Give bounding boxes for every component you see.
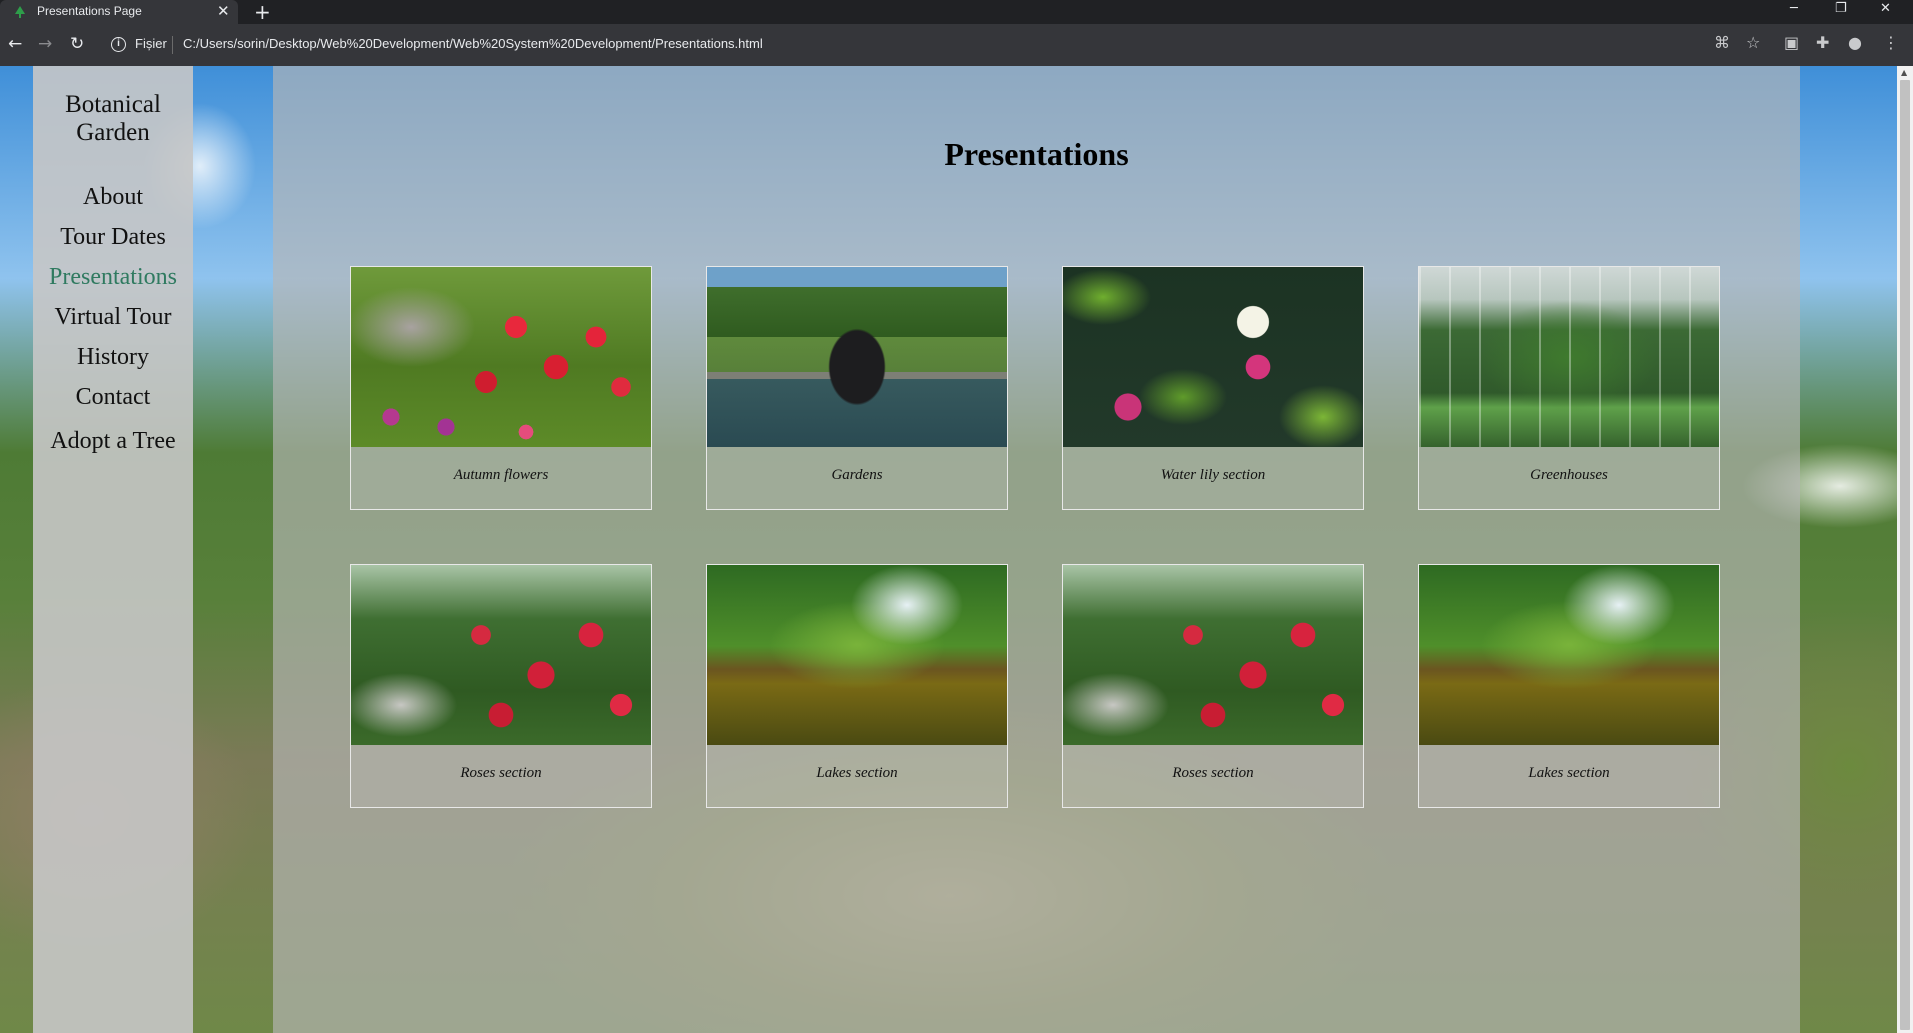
address-scheme-label: Fișier: [135, 36, 167, 51]
tab-title: Presentations Page: [37, 4, 142, 18]
card-caption: Greenhouses: [1530, 467, 1608, 483]
menu-kebab-icon[interactable]: ⋮: [1883, 33, 1899, 52]
menu-item-virtual-tour[interactable]: Virtual Tour: [33, 297, 193, 337]
card-caption: Roses section: [460, 765, 542, 781]
address-divider: [172, 36, 173, 54]
presentation-card[interactable]: Roses section: [350, 564, 652, 808]
profile-avatar-icon[interactable]: ●: [1848, 33, 1862, 52]
tab-close-icon[interactable]: ✕: [217, 2, 230, 20]
greenhouses-image[interactable]: [1419, 267, 1719, 447]
browser-tab-strip: Presentations Page ✕ + ─ ❐ ✕: [0, 0, 1913, 24]
water-lily-image[interactable]: [1063, 267, 1363, 447]
presentation-card[interactable]: Water lily section: [1062, 266, 1364, 510]
vertical-scrollbar[interactable]: ▲: [1897, 66, 1913, 1033]
scrollbar-thumb[interactable]: [1900, 80, 1910, 1030]
presentation-card[interactable]: Lakes section: [706, 564, 1008, 808]
scroll-up-arrow-icon[interactable]: ▲: [1901, 68, 1907, 77]
card-caption: Water lily section: [1160, 467, 1266, 483]
card-caption: Roses section: [1172, 765, 1254, 781]
lakes-image[interactable]: [707, 565, 1007, 745]
extension-pdf-icon[interactable]: ▣: [1784, 33, 1799, 52]
site-title-line1: Botanical: [65, 91, 161, 118]
presentation-card[interactable]: Roses section: [1062, 564, 1364, 808]
page-title: Presentations: [944, 136, 1129, 172]
autumn-flowers-image[interactable]: [351, 267, 651, 447]
browser-tab[interactable]: Presentations Page ✕: [0, 0, 238, 24]
card-caption: Lakes section: [816, 765, 898, 781]
address-url[interactable]: C:/Users/sorin/Desktop/Web%20Development…: [183, 36, 763, 51]
presentation-card[interactable]: Autumn flowers: [350, 266, 652, 510]
minimize-icon[interactable]: ─: [1790, 1, 1798, 16]
menu-item-about[interactable]: About: [33, 177, 193, 217]
menu-item-tour-dates[interactable]: Tour Dates: [33, 217, 193, 257]
translate-icon[interactable]: ⌘: [1714, 33, 1730, 52]
forward-icon[interactable]: →: [38, 34, 52, 54]
card-caption: Lakes section: [1528, 765, 1610, 781]
roses-image[interactable]: [1063, 565, 1363, 745]
page-background: Botanical Garden About Tour Dates Presen…: [0, 66, 1897, 1033]
menu-item-presentations[interactable]: Presentations: [33, 257, 193, 297]
card-caption: Autumn flowers: [453, 467, 549, 483]
presentation-card[interactable]: Greenhouses: [1418, 266, 1720, 510]
lakes-image[interactable]: [1419, 565, 1719, 745]
address-bar[interactable]: i Fișier C:/Users/sorin/Desktop/Web%20De…: [104, 30, 1764, 60]
main-menu: About Tour Dates Presentations Virtual T…: [33, 177, 193, 417]
site-title[interactable]: Botanical Garden: [33, 91, 193, 147]
reload-icon[interactable]: ↻: [70, 34, 84, 54]
info-icon[interactable]: i: [111, 37, 126, 52]
site-title-line2: Garden: [76, 119, 150, 146]
sidebar-nav: Botanical Garden About Tour Dates Presen…: [33, 66, 193, 1033]
tree-favicon-icon: [15, 6, 25, 18]
new-tab-icon[interactable]: +: [254, 0, 271, 24]
main-content: Presentations Autumn flowers Gardens Wat…: [273, 66, 1800, 1033]
window-close-icon[interactable]: ✕: [1880, 1, 1891, 16]
extensions-puzzle-icon[interactable]: ✚: [1816, 33, 1829, 52]
bookmark-star-icon[interactable]: ☆: [1746, 33, 1760, 52]
adopt-a-tree-link[interactable]: Adopt a Tree: [33, 421, 193, 461]
browser-toolbar: ← → ↻ i Fișier C:/Users/sorin/Desktop/We…: [0, 24, 1913, 66]
menu-item-history[interactable]: History: [33, 337, 193, 377]
menu-item-contact[interactable]: Contact: [33, 377, 193, 417]
gardens-image[interactable]: [707, 267, 1007, 447]
card-caption: Gardens: [831, 467, 883, 483]
roses-image[interactable]: [351, 565, 651, 745]
presentation-card[interactable]: Gardens: [706, 266, 1008, 510]
back-icon[interactable]: ←: [8, 34, 22, 54]
presentation-card[interactable]: Lakes section: [1418, 564, 1720, 808]
restore-icon[interactable]: ❐: [1835, 1, 1847, 16]
